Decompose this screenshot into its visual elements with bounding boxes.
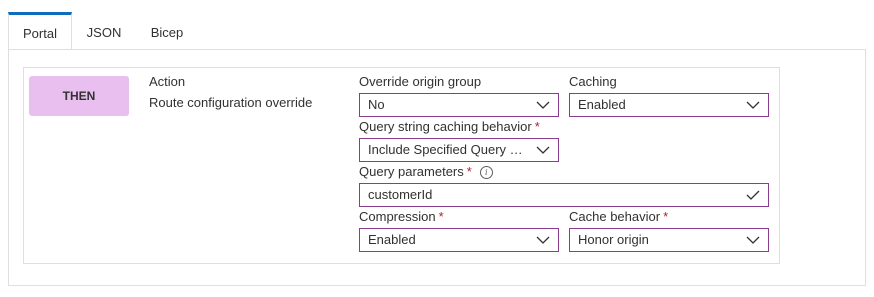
- tab-json[interactable]: JSON: [82, 12, 126, 50]
- tab-bicep[interactable]: Bicep: [144, 12, 190, 50]
- tab-panel: [8, 49, 866, 286]
- tab-portal[interactable]: Portal: [8, 12, 72, 49]
